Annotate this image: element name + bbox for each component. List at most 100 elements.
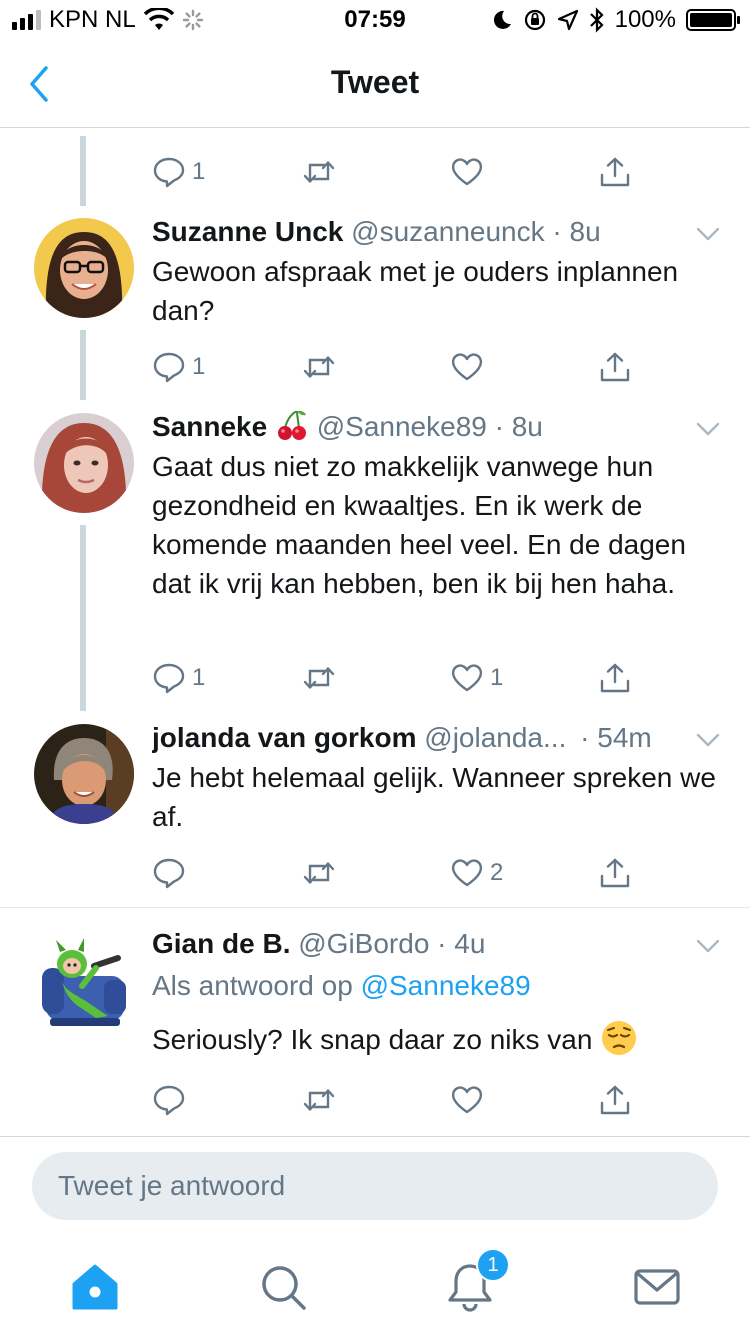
reply-icon [152, 856, 186, 890]
like-button[interactable] [450, 347, 484, 387]
messages-icon[interactable] [630, 1260, 684, 1314]
search-icon[interactable] [256, 1260, 310, 1314]
tweet-text-content: Seriously? Ik snap daar zo niks van [152, 1024, 593, 1055]
tweet-actions: 1 [0, 152, 750, 192]
username[interactable]: @suzanneunck [351, 216, 544, 247]
chevron-down-icon[interactable] [696, 732, 720, 748]
divider [0, 1136, 750, 1137]
share-button[interactable] [598, 347, 632, 387]
username[interactable]: @GiBordo [298, 928, 429, 959]
rotation-lock-icon [524, 9, 545, 31]
reply-icon [152, 661, 186, 695]
nav-header: Tweet [0, 40, 750, 128]
like-button[interactable]: 1 [450, 658, 503, 698]
retweet-button[interactable] [302, 347, 336, 387]
heart-icon [450, 1083, 484, 1117]
reply-icon [152, 1083, 186, 1117]
chevron-down-icon[interactable] [696, 226, 720, 242]
chevron-down-icon[interactable] [696, 421, 720, 437]
like-count: 2 [490, 859, 504, 886]
retweet-button[interactable] [302, 1080, 336, 1120]
like-count: 1 [490, 664, 504, 691]
share-icon [598, 661, 632, 695]
heart-icon [450, 661, 484, 695]
retweet-button[interactable] [302, 853, 336, 893]
retweet-button[interactable] [302, 152, 336, 192]
tweet-header: Suzanne Unck @suzanneunck · 8u [152, 216, 678, 248]
reply-button[interactable]: 1 [152, 658, 205, 698]
share-button[interactable] [598, 658, 632, 698]
like-button[interactable] [450, 152, 484, 192]
share-icon [598, 155, 632, 189]
retweet-icon [302, 350, 336, 384]
reply-count: 1 [192, 664, 206, 691]
reply-count: 1 [192, 158, 206, 185]
tweet-actions [0, 1080, 750, 1120]
tweet-actions: 2 [0, 853, 750, 893]
status-bar: KPN NL 07:59 100% [0, 0, 750, 40]
tweet-actions: 1 1 [0, 658, 750, 698]
reply-mention-link[interactable]: @Sanneke89 [361, 970, 531, 1001]
retweet-icon [302, 1083, 336, 1117]
like-button[interactable]: 2 [450, 853, 503, 893]
bluetooth-icon [589, 7, 604, 33]
reply-context: Als antwoord op @Sanneke89 [152, 970, 531, 1002]
home-icon[interactable] [68, 1260, 122, 1314]
cherries-emoji [277, 411, 306, 440]
tweet-text: Gewoon afspraak met je ouders inplannen … [152, 256, 679, 326]
share-icon [598, 350, 632, 384]
avatar[interactable] [34, 724, 134, 824]
tweet-actions: 1 [0, 347, 750, 387]
page-title: Tweet [330, 64, 420, 100]
reply-input[interactable]: Tweet je antwoord [32, 1152, 718, 1220]
avatar[interactable] [34, 930, 134, 1030]
location-icon [557, 9, 578, 31]
chevron-down-icon[interactable] [696, 938, 720, 954]
heart-icon [450, 856, 484, 890]
reply-button[interactable]: 1 [152, 347, 205, 387]
tweet-header: Gian de B. @GiBordo · 4u [152, 928, 678, 960]
share-button[interactable] [598, 152, 632, 192]
timestamp: · 8u [552, 216, 601, 247]
tweet-text: Je hebt helemaal gelijk. Wanneer spreken… [152, 762, 716, 832]
retweet-icon [302, 856, 336, 890]
username[interactable]: @Sanneke89 [317, 411, 487, 442]
tweet-text: Seriously? Ik snap daar zo niks van [152, 1020, 722, 1061]
reply-button[interactable]: 1 [152, 152, 205, 192]
reply-placeholder: Tweet je antwoord [58, 1170, 286, 1201]
share-icon [598, 856, 632, 890]
tweet-text: Gaat dus niet zo makkelijk vanwege hun g… [152, 451, 686, 599]
tweet-header: Sanneke @Sanneke89 · 8u [152, 411, 678, 446]
reply-icon [152, 155, 186, 189]
notification-badge: 1 [476, 1248, 510, 1282]
tweet-header: jolanda van gorkom @jolanda... · 54m [152, 722, 678, 754]
reply-count: 1 [192, 353, 206, 380]
heart-icon [450, 155, 484, 189]
reply-icon [152, 350, 186, 384]
retweet-button[interactable] [302, 658, 336, 698]
like-button[interactable] [450, 1080, 484, 1120]
moon-icon [493, 10, 511, 29]
timestamp: · 54m [580, 722, 652, 753]
display-name[interactable]: Gian de B. [152, 928, 290, 959]
battery-icon [686, 9, 740, 31]
reply-button[interactable] [152, 853, 186, 893]
pensive-face-emoji [602, 1020, 637, 1055]
timestamp: · 4u [437, 928, 486, 959]
username[interactable]: @jolanda... [424, 722, 566, 753]
tab-bar [0, 1240, 750, 1334]
reply-button[interactable] [152, 1080, 186, 1120]
heart-icon [450, 350, 484, 384]
share-button[interactable] [598, 1080, 632, 1120]
display-name[interactable]: Suzanne Unck [152, 216, 343, 247]
avatar[interactable] [34, 413, 134, 513]
reply-prefix: Als antwoord op [152, 970, 353, 1001]
timestamp: · 8u [494, 411, 543, 442]
battery-percent: 100% [614, 6, 676, 33]
retweet-icon [302, 661, 336, 695]
retweet-icon [302, 155, 336, 189]
share-button[interactable] [598, 853, 632, 893]
display-name[interactable]: Sanneke [152, 411, 267, 442]
display-name[interactable]: jolanda van gorkom [152, 722, 417, 753]
avatar[interactable] [34, 218, 134, 318]
